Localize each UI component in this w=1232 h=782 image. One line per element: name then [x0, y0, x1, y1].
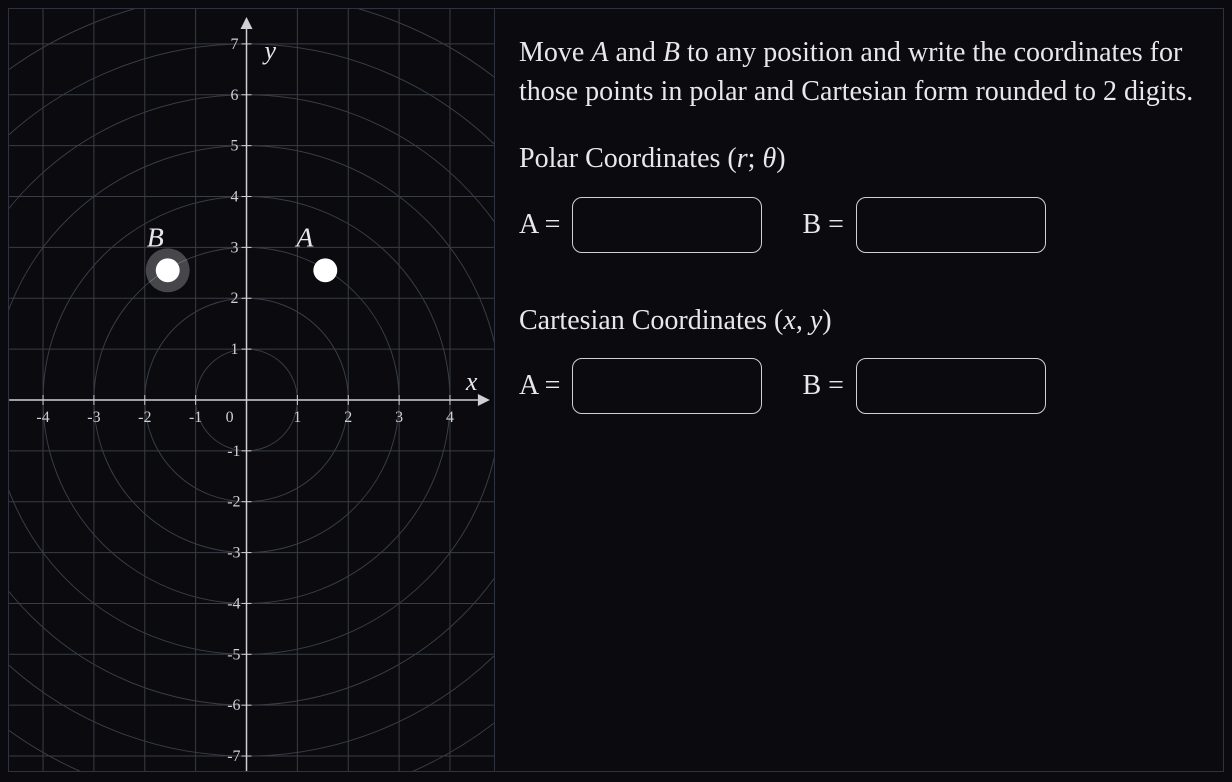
- instructions: Move A and B to any position and write t…: [519, 33, 1195, 111]
- cartesian-a-field: A =: [519, 358, 762, 414]
- cartesian-row: A = B =: [519, 358, 1195, 414]
- polar-b-field: B =: [802, 197, 1045, 253]
- polar-rings: [9, 9, 494, 771]
- y-tick--2: -2: [227, 494, 240, 511]
- cartesian-heading: Cartesian Coordinates (x, y): [519, 301, 1195, 340]
- x-tick-1: 1: [293, 409, 301, 426]
- polar-a-field: A =: [519, 197, 762, 253]
- y-tick-3: 3: [231, 239, 239, 256]
- polar-b-input[interactable]: [856, 197, 1046, 253]
- y-tick--5: -5: [227, 646, 240, 663]
- y-tick-1: 1: [231, 341, 239, 358]
- y-tick--6: -6: [227, 697, 240, 714]
- x-axis: -4 -3 -2 -1 0 1 2 3 4 x: [9, 367, 490, 426]
- x-tick--3: -3: [87, 409, 100, 426]
- polar-row: A = B =: [519, 197, 1195, 253]
- point-b[interactable]: B: [146, 222, 190, 292]
- cartesian-a-label: A =: [519, 366, 560, 405]
- y-tick--4: -4: [227, 595, 240, 612]
- y-axis: 1 2 3 4 5 6 7 -1 -2 -3 -4 -5 -6 -7 y: [227, 17, 276, 771]
- point-b-label: B: [147, 222, 164, 253]
- point-a-label: A: [294, 222, 314, 253]
- polar-a-input[interactable]: [572, 197, 762, 253]
- polar-b-label: B =: [802, 205, 843, 244]
- y-tick-4: 4: [231, 188, 239, 205]
- y-axis-label: y: [261, 36, 276, 65]
- coordinate-plot[interactable]: -4 -3 -2 -1 0 1 2 3 4 x: [9, 9, 494, 771]
- graph-pane[interactable]: -4 -3 -2 -1 0 1 2 3 4 x: [9, 9, 495, 771]
- polar-heading: Polar Coordinates (r; θ): [519, 139, 1195, 178]
- text-pane: Move A and B to any position and write t…: [495, 9, 1223, 771]
- y-tick-5: 5: [231, 138, 239, 155]
- y-tick-2: 2: [231, 290, 239, 307]
- polar-a-label: A =: [519, 205, 560, 244]
- cartesian-b-label: B =: [802, 366, 843, 405]
- x-tick-2: 2: [344, 409, 352, 426]
- y-tick--1: -1: [227, 443, 240, 460]
- y-tick--3: -3: [227, 545, 240, 562]
- y-tick--7: -7: [227, 748, 240, 765]
- y-tick-6: 6: [231, 87, 239, 104]
- x-tick-4: 4: [446, 409, 454, 426]
- y-tick-7: 7: [231, 36, 239, 53]
- x-tick--1: -1: [189, 409, 202, 426]
- cartesian-b-field: B =: [802, 358, 1045, 414]
- cartesian-a-input[interactable]: [572, 358, 762, 414]
- x-tick-3: 3: [395, 409, 403, 426]
- cartesian-b-input[interactable]: [856, 358, 1046, 414]
- point-a[interactable]: A: [294, 222, 337, 282]
- x-tick--4: -4: [36, 409, 49, 426]
- app-frame: -4 -3 -2 -1 0 1 2 3 4 x: [8, 8, 1224, 772]
- x-tick-0: 0: [226, 409, 234, 426]
- x-axis-label: x: [465, 367, 478, 396]
- x-tick--2: -2: [138, 409, 151, 426]
